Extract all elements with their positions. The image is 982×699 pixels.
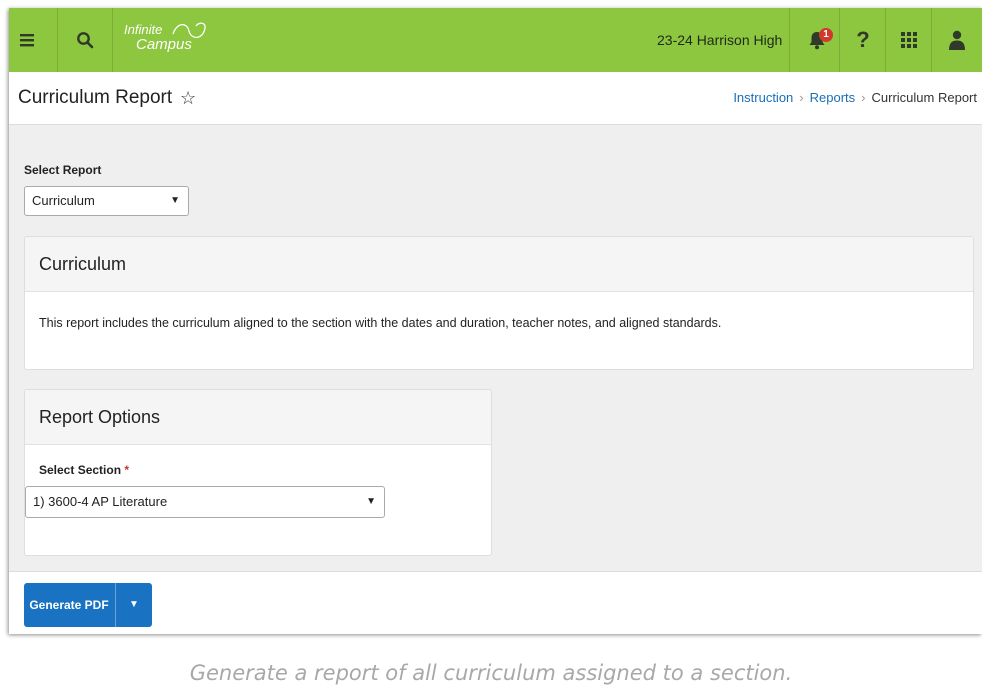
action-footer: Generate PDF ▼	[9, 571, 982, 634]
breadcrumb-instruction[interactable]: Instruction	[733, 90, 793, 105]
infinity-logo-icon	[172, 22, 206, 39]
infinite-campus-logo[interactable]: Infinite Campus	[124, 22, 206, 52]
report-options-panel: Report Options Select Section * 1) 3600-…	[24, 389, 492, 556]
report-options-panel-title: Report Options	[39, 407, 161, 427]
app-grid-icon[interactable]	[891, 8, 927, 72]
search-icon[interactable]	[67, 8, 103, 72]
required-marker: *	[124, 463, 130, 477]
curriculum-panel-header: Curriculum	[25, 237, 973, 292]
select-report-value: Curriculum	[32, 193, 95, 208]
report-options-panel-header: Report Options	[25, 390, 491, 445]
dropdown-caret-icon: ▼	[170, 195, 180, 206]
breadcrumb-reports[interactable]: Reports	[810, 90, 856, 105]
select-section-label: Select Section *	[39, 463, 129, 477]
breadcrumb: Instruction › Reports › Curriculum Report	[733, 72, 977, 124]
generate-pdf-split-button: Generate PDF ▼	[24, 583, 152, 627]
figure-caption: Generate a report of all curriculum assi…	[189, 661, 793, 685]
curriculum-panel-title: Curriculum	[39, 254, 127, 274]
top-navigation-bar: Infinite Campus 23-24 Harrison High 1 ?	[9, 8, 982, 72]
app-window: Infinite Campus 23-24 Harrison High 1 ?	[9, 8, 982, 634]
user-icon[interactable]	[939, 8, 975, 72]
curriculum-panel: Curriculum This report includes the curr…	[24, 236, 974, 370]
hamburger-menu-icon[interactable]	[9, 8, 45, 72]
select-section-value: 1) 3600-4 AP Literature	[33, 494, 168, 509]
select-section-dropdown[interactable]: 1) 3600-4 AP Literature ▼	[25, 486, 385, 518]
select-report-dropdown[interactable]: Curriculum ▼	[24, 186, 189, 216]
question-mark-icon[interactable]: ?	[845, 8, 881, 72]
select-section-label-text: Select Section	[39, 463, 122, 477]
select-report-label: Select Report	[24, 163, 102, 177]
breadcrumb-current: Curriculum Report	[871, 90, 977, 105]
generate-pdf-button[interactable]: Generate PDF	[24, 583, 114, 627]
notification-count-badge: 1	[819, 28, 833, 42]
chevron-right-icon: ›	[861, 90, 866, 105]
star-outline-icon[interactable]: ☆	[180, 72, 196, 124]
curriculum-description: This report includes the curriculum alig…	[39, 316, 722, 330]
dropdown-caret-icon: ▼	[366, 496, 376, 507]
page-title: Curriculum Report	[18, 87, 173, 108]
school-selector[interactable]: 23-24 Harrison High	[657, 8, 782, 72]
chevron-right-icon: ›	[799, 90, 804, 105]
page-title-bar: Curriculum Report ☆ Instruction › Reports ›…	[9, 72, 982, 125]
generate-options-dropdown-icon[interactable]: ▼	[116, 583, 152, 627]
